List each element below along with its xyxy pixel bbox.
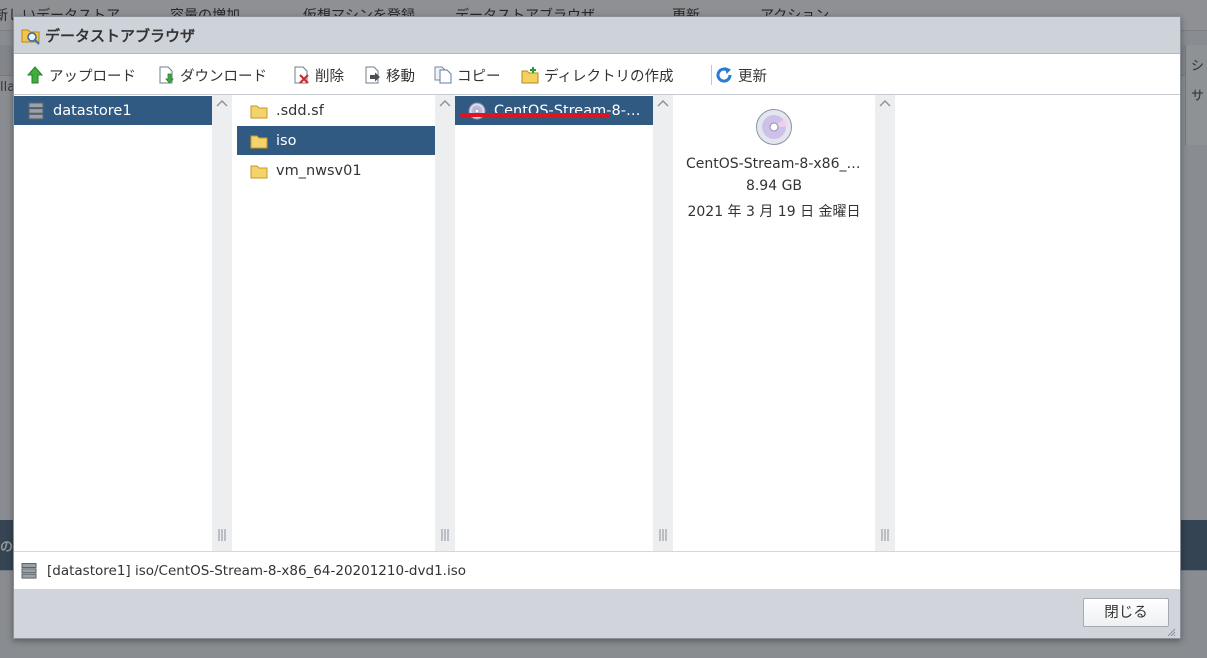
datastore-browser-dialog: データストアブラウザ アップロード ダウンロード 削除 移動 コピー ディレクト…: [13, 16, 1181, 639]
refresh-label: 更新: [738, 68, 767, 85]
folder-item[interactable]: .sdd.sf: [237, 96, 435, 125]
scroll-up-icon[interactable]: [879, 98, 891, 108]
browser-toolbar: アップロード ダウンロード 削除 移動 コピー ディレクトリの作成 更新: [14, 54, 1180, 95]
resize-handle-icon[interactable]: [439, 528, 451, 542]
resize-handle-icon[interactable]: [657, 528, 669, 542]
datastore-pane: datastore1: [14, 95, 212, 551]
upload-button[interactable]: アップロード: [26, 64, 136, 86]
folder-item[interactable]: iso: [237, 126, 435, 155]
new-folder-icon: [521, 67, 539, 84]
dialog-footer: 閉じる: [14, 589, 1180, 638]
selected-path-text: [datastore1] iso/CentOS-Stream-8-x86_64-…: [47, 563, 466, 579]
delete-button[interactable]: 削除: [292, 64, 344, 86]
create-directory-label: ディレクトリの作成: [544, 68, 674, 85]
resize-handle-icon[interactable]: [216, 528, 228, 542]
refresh-icon: [716, 67, 732, 83]
selected-path-bar: [datastore1] iso/CentOS-Stream-8-x86_64-…: [14, 551, 1180, 590]
folder-item-label: vm_nwsv01: [276, 162, 362, 179]
file-pane: CentOS-Stream-8-x86_64-20201210-dvd1.iso: [455, 95, 653, 551]
download-icon: [159, 66, 174, 84]
folder-pane: .sdd.sf iso vm_nwsv01: [237, 95, 435, 551]
download-label: ダウンロード: [180, 68, 267, 85]
folder-item-label: iso: [276, 132, 297, 149]
scroll-up-icon[interactable]: [216, 98, 228, 108]
details-file-name: CentOS-Stream-8-x86_64-20201210-dvd1.iso: [686, 156, 874, 172]
details-pane-scrollbar[interactable]: [875, 95, 895, 551]
close-button[interactable]: 閉じる: [1083, 598, 1169, 627]
datastore-pane-scrollbar[interactable]: [212, 95, 232, 551]
copy-icon: [434, 66, 452, 84]
move-icon: [365, 66, 380, 84]
scroll-up-icon[interactable]: [439, 98, 451, 108]
folder-icon: [250, 135, 268, 148]
scroll-up-icon[interactable]: [657, 98, 669, 108]
download-button[interactable]: ダウンロード: [157, 64, 267, 86]
move-label: 移動: [386, 68, 415, 85]
annotation-underline: [460, 113, 610, 117]
refresh-button[interactable]: 更新: [715, 64, 767, 86]
upload-label: アップロード: [49, 68, 136, 85]
datastore-item-label: datastore1: [53, 102, 132, 119]
copy-label: コピー: [457, 68, 501, 85]
datastore-icon: [21, 563, 37, 579]
folder-pane-scrollbar[interactable]: [435, 95, 455, 551]
file-item[interactable]: CentOS-Stream-8-x86_64-20201210-dvd1.iso: [455, 96, 653, 125]
file-pane-scrollbar[interactable]: [653, 95, 673, 551]
details-file-date: 2021 年 3 月 19 日 金曜日: [687, 204, 861, 220]
disc-image-large-icon: [756, 109, 792, 145]
toolbar-separator: [711, 65, 712, 85]
folder-item-label: .sdd.sf: [276, 102, 324, 119]
move-button[interactable]: 移動: [363, 64, 415, 86]
delete-icon: [294, 66, 309, 84]
create-directory-button[interactable]: ディレクトリの作成: [521, 64, 673, 86]
folder-icon: [250, 105, 268, 118]
folder-icon: [250, 165, 268, 178]
upload-icon: [26, 66, 44, 84]
delete-label: 削除: [315, 68, 344, 85]
browser-panes: datastore1 .sdd.sf iso vm_nwsv01 CentOS-…: [14, 95, 1180, 551]
dialog-titlebar[interactable]: データストアブラウザ: [14, 17, 1180, 54]
datastore-browser-icon: [21, 29, 40, 45]
copy-button[interactable]: コピー: [434, 64, 501, 86]
folder-item[interactable]: vm_nwsv01: [237, 156, 435, 185]
details-file-size: 8.94 GB: [745, 178, 803, 194]
file-details-pane: CentOS-Stream-8-x86_64-20201210-dvd1.iso…: [674, 95, 874, 551]
resize-handle-icon[interactable]: [879, 528, 891, 542]
dialog-title: データストアブラウザ: [45, 27, 196, 45]
datastore-item[interactable]: datastore1: [14, 96, 212, 125]
datastore-icon: [28, 102, 44, 119]
resize-grip-icon[interactable]: [1166, 627, 1176, 637]
